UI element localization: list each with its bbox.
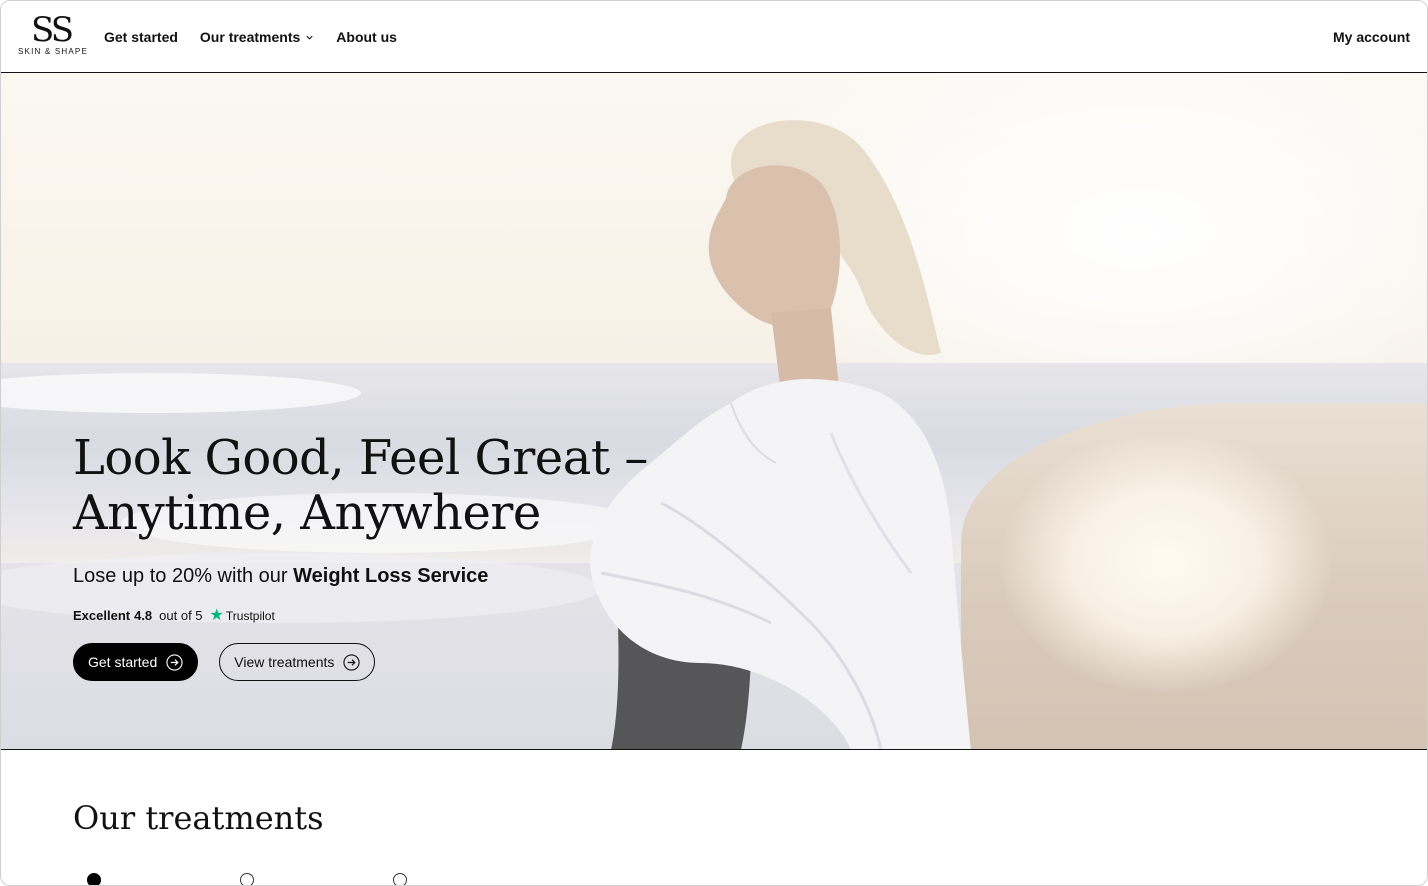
rating-suffix: out of 5 — [159, 608, 203, 623]
trustpilot-logo: ★ Trustpilot — [209, 606, 275, 624]
hero-headline-line2: Anytime, Anywhere — [73, 485, 541, 541]
main-nav: Get started Our treatments About us — [104, 1, 397, 73]
nav-get-started[interactable]: Get started — [104, 29, 178, 45]
hero-subline-service: Weight Loss Service — [293, 565, 489, 587]
treatments-carousel-pagination — [87, 873, 417, 885]
trustpilot-rating[interactable]: Excellent 4.8 out of 5 ★ Trustpilot — [73, 606, 673, 624]
view-treatments-button[interactable]: View treatments — [219, 643, 376, 681]
arrow-right-circle-icon — [166, 653, 183, 671]
trustpilot-name: Trustpilot — [225, 608, 275, 623]
my-account-link[interactable]: My account — [1333, 1, 1410, 73]
nav-our-treatments-label: Our treatments — [199, 29, 301, 45]
nav-about-us[interactable]: About us — [336, 29, 397, 45]
hero-cta-group: Get started View treatments — [73, 643, 673, 681]
brand-logo[interactable]: SS SKIN & SHAPE — [18, 10, 88, 60]
hero-headline-line1: Look Good, Feel Great – — [73, 430, 648, 486]
hero-subline: Lose up to 20% with our Weight Loss Serv… — [73, 565, 673, 588]
site-header: SS SKIN & SHAPE Get started Our treatmen… — [1, 1, 1427, 73]
arrow-right-circle-icon — [343, 653, 361, 671]
carousel-dot-1[interactable] — [87, 873, 101, 885]
rating-score: 4.8 — [134, 608, 153, 623]
logo-mark: SS — [31, 10, 74, 50]
get-started-button[interactable]: Get started — [73, 643, 199, 681]
hero-section: Look Good, Feel Great – Anytime, Anywher… — [1, 73, 1427, 750]
nav-get-started-label: Get started — [104, 29, 178, 45]
nav-about-us-label: About us — [336, 29, 397, 45]
treatments-section-title: Our treatments — [73, 799, 324, 837]
get-started-button-label: Get started — [88, 654, 158, 670]
rating-label: Excellent — [73, 608, 131, 623]
nav-our-treatments[interactable]: Our treatments — [200, 29, 314, 45]
carousel-dot-2[interactable] — [240, 873, 254, 885]
chevron-down-icon — [306, 35, 313, 40]
hero-background-shore-glow — [1001, 433, 1331, 693]
browser-frame: SS SKIN & SHAPE Get started Our treatmen… — [0, 0, 1428, 886]
hero-content: Look Good, Feel Great – Anytime, Anywher… — [73, 431, 673, 681]
logo-wordmark: SKIN & SHAPE — [18, 47, 88, 56]
hero-subline-prefix: Lose up to 20% with our — [73, 565, 294, 587]
hero-headline: Look Good, Feel Great – Anytime, Anywher… — [73, 431, 673, 541]
view-treatments-button-label: View treatments — [234, 654, 335, 670]
carousel-dot-3[interactable] — [393, 873, 407, 885]
trustpilot-star-icon: ★ — [209, 606, 224, 624]
